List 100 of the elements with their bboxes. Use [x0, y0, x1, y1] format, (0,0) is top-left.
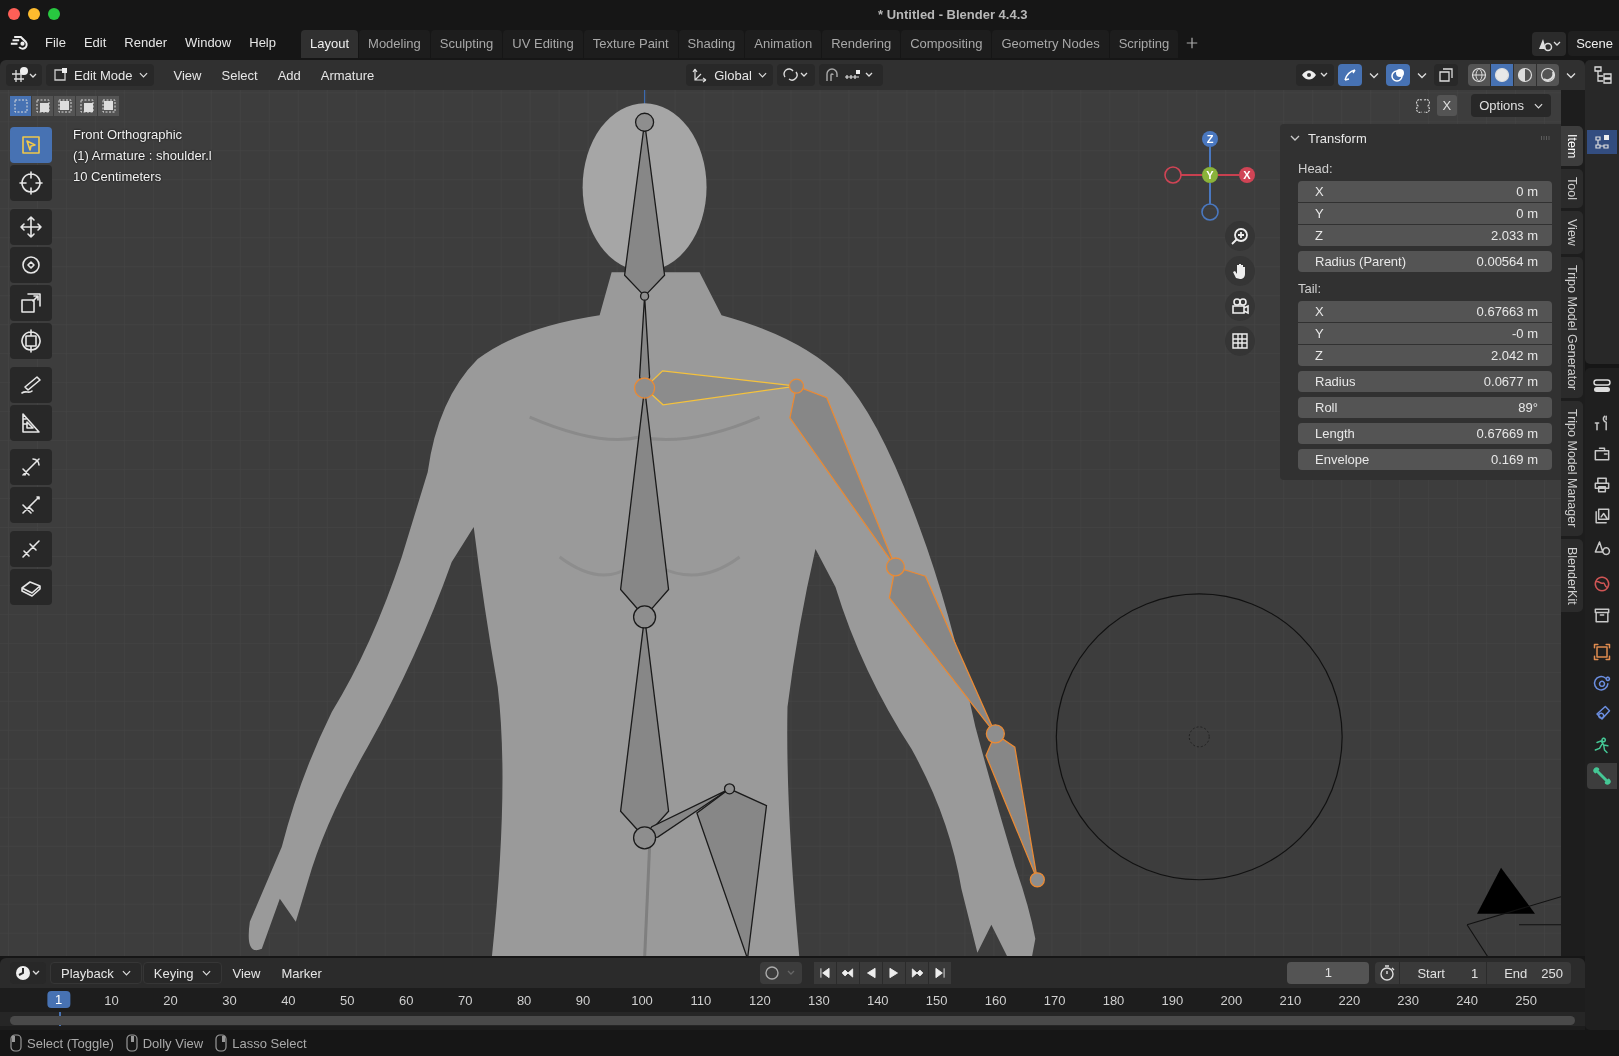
visibility-button[interactable]: [1296, 64, 1334, 86]
menu-item[interactable]: Render: [117, 35, 178, 58]
timeline-menu[interactable]: Keying: [142, 962, 222, 984]
selection-mode-button[interactable]: [98, 96, 119, 116]
z-axis-handle[interactable]: Z: [1202, 131, 1218, 147]
workspace-tab[interactable]: Texture Paint: [583, 30, 678, 58]
playback-button[interactable]: [905, 962, 928, 984]
workspace-tab[interactable]: Geometry Nodes: [992, 30, 1109, 58]
stopwatch-button[interactable]: [1375, 962, 1400, 984]
scene-selector-button[interactable]: [1532, 31, 1567, 56]
overlays-toggle[interactable]: [1386, 64, 1410, 86]
options-dropdown[interactable]: Options: [1471, 94, 1551, 117]
workspace-tab[interactable]: Layout: [301, 30, 359, 58]
number-field[interactable]: X 0.67663 m: [1298, 301, 1552, 322]
sidebar-tab[interactable]: Tripo Model Generator: [1561, 257, 1583, 399]
tool-button[interactable]: [10, 569, 52, 605]
tool-button[interactable]: [10, 449, 52, 485]
playback-button[interactable]: [882, 962, 905, 984]
negative-x-handle[interactable]: [1164, 166, 1182, 184]
panel-title[interactable]: Transform: [1308, 130, 1367, 146]
minimize-window-button[interactable]: [28, 8, 40, 20]
viewport-menu-item[interactable]: Add: [269, 67, 309, 83]
viewport-menu-item[interactable]: Select: [213, 67, 266, 83]
number-field[interactable]: Radius (Parent) 0.00564 m: [1298, 251, 1552, 272]
sidebar-tab[interactable]: View: [1561, 211, 1583, 255]
number-field[interactable]: Y 0 m: [1298, 203, 1552, 224]
playback-button[interactable]: [836, 962, 859, 984]
tool-button[interactable]: [10, 367, 52, 403]
number-field[interactable]: X 0 m: [1298, 181, 1552, 202]
caret-icon[interactable]: [1566, 71, 1576, 79]
number-field[interactable]: Y -0 m: [1298, 323, 1552, 344]
menu-item[interactable]: Help: [242, 35, 287, 58]
selection-mode-button[interactable]: [76, 96, 97, 116]
number-field[interactable]: Envelope 0.169 m: [1298, 449, 1552, 470]
sidebar-tab[interactable]: Tripo Model Manager: [1561, 401, 1583, 536]
auto-keying-button[interactable]: [759, 962, 802, 984]
menu-item[interactable]: Edit: [76, 35, 118, 58]
viewport-menu-item[interactable]: View: [165, 67, 210, 83]
snap-button[interactable]: [818, 64, 883, 86]
close-window-button[interactable]: [8, 8, 20, 20]
timeline-menu[interactable]: View: [222, 962, 271, 984]
sidebar-tab[interactable]: Item: [1561, 126, 1583, 167]
number-field[interactable]: Length 0.67669 m: [1298, 423, 1552, 444]
mirror-x-toggle[interactable]: X: [1436, 95, 1458, 116]
selection-mode-button[interactable]: [32, 96, 53, 116]
tool-button[interactable]: [10, 487, 52, 523]
workspace-tab[interactable]: Sculpting: [430, 30, 503, 58]
number-field[interactable]: Z 2.042 m: [1298, 345, 1552, 366]
start-frame-field[interactable]: Start 1: [1400, 962, 1487, 984]
caret-icon[interactable]: [1417, 71, 1427, 79]
caret-icon[interactable]: [1369, 71, 1379, 79]
bone-roll-icon: [19, 455, 43, 479]
mode-dropdown[interactable]: Edit Mode: [46, 64, 154, 86]
workspace-tab[interactable]: Scripting: [1109, 30, 1179, 58]
menu-item[interactable]: Window: [178, 35, 243, 58]
end-frame-field[interactable]: End 250: [1487, 962, 1571, 984]
orientation-dropdown[interactable]: Global: [686, 64, 773, 86]
number-field[interactable]: Radius 0.0677 m: [1298, 371, 1552, 392]
playback-button[interactable]: [859, 962, 882, 984]
number-field[interactable]: Roll 89°: [1298, 397, 1552, 418]
workspace-tab[interactable]: Animation: [745, 30, 822, 58]
current-frame-field[interactable]: 1: [1287, 962, 1370, 984]
chevron-icon[interactable]: [1290, 135, 1300, 141]
x-axis-handle[interactable]: X: [1239, 167, 1255, 183]
tool-button[interactable]: [10, 405, 52, 441]
sidebar-tab[interactable]: Tool: [1561, 169, 1583, 209]
sidebar-tab[interactable]: BlenderKit: [1561, 538, 1583, 613]
number-field[interactable]: Z 2.033 m: [1298, 225, 1552, 246]
playback-button[interactable]: [813, 962, 836, 984]
zoom-window-button[interactable]: [48, 8, 60, 20]
tool-button[interactable]: [10, 285, 52, 321]
workspace-tab[interactable]: Compositing: [901, 30, 992, 58]
workspace-tab[interactable]: Rendering: [822, 30, 901, 58]
workspace-tab[interactable]: UV Editing: [503, 30, 583, 58]
playback-button[interactable]: [928, 962, 951, 984]
selection-mode-button[interactable]: [54, 96, 75, 116]
negative-z-handle[interactable]: [1201, 203, 1219, 221]
properties-tab[interactable]: [1587, 763, 1617, 789]
timeline-menu[interactable]: Marker: [271, 962, 332, 984]
timeline-scrollbar[interactable]: [10, 1016, 1575, 1025]
tool-button[interactable]: [10, 531, 52, 567]
tool-button[interactable]: [10, 209, 52, 245]
outliner-icon[interactable]: [1592, 64, 1612, 84]
tool-button[interactable]: [10, 247, 52, 283]
tool-button[interactable]: [10, 165, 52, 201]
menu-item[interactable]: File: [38, 35, 77, 58]
add-workspace-icon[interactable]: [1185, 36, 1200, 50]
editor-type-button[interactable]: [6, 64, 42, 86]
playhead[interactable]: 1: [46, 991, 71, 1008]
armature-row[interactable]: [1587, 130, 1617, 154]
camera-back-icon: [1592, 444, 1612, 464]
viewport-menu-item[interactable]: Armature: [312, 67, 383, 83]
workspace-tab[interactable]: Shading: [678, 30, 745, 58]
scene-name-field[interactable]: Scene: [1568, 31, 1619, 56]
pivot-point-button[interactable]: [776, 64, 815, 86]
gizmo-toggle[interactable]: [1338, 64, 1362, 86]
workspace-tab[interactable]: Modeling: [359, 30, 430, 58]
tool-button[interactable]: [10, 323, 52, 359]
xray-toggle[interactable]: [1434, 64, 1458, 86]
timeline-menu[interactable]: Playback: [50, 962, 142, 984]
